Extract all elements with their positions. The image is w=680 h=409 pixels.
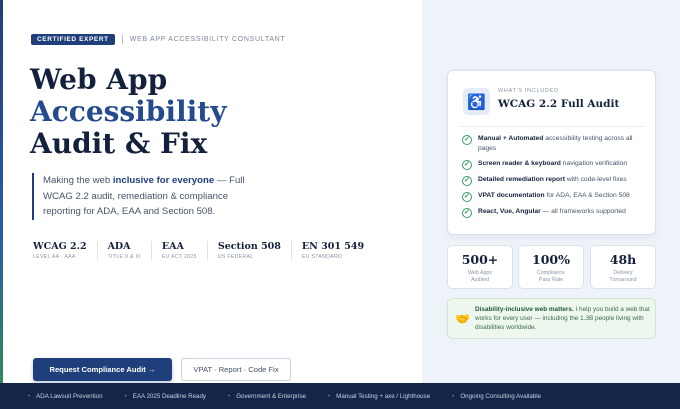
stat-label: Compliance bbox=[537, 270, 565, 276]
card-eyebrow: WHAT'S INCLUDED bbox=[498, 88, 559, 94]
hero-title: Web App Accessibility Audit & Fix bbox=[30, 64, 227, 160]
standard-sub: EU ACT 2025 bbox=[161, 254, 197, 260]
stat-card-audited: 500+ Web Apps Audited bbox=[447, 245, 513, 289]
standard-name: ADA bbox=[107, 241, 131, 252]
check-icon: ✓ bbox=[462, 208, 472, 219]
feature-bold: Manual + Automated bbox=[478, 135, 544, 142]
stat-value: 500+ bbox=[461, 252, 499, 267]
feature-text: — all frameworks supported bbox=[540, 208, 626, 216]
ticker-item: • ADA Lawsuit Prevention bbox=[28, 392, 103, 400]
feature-text: for ADA, EAA & Section 508 bbox=[544, 192, 630, 200]
standard-sub: LEVEL AA · AAA bbox=[33, 254, 76, 260]
stat-label: Delivery bbox=[613, 270, 633, 276]
ticker-item: • Manual Testing + axe / Lighthouse bbox=[328, 392, 431, 400]
hero-lead: Making the web inclusive for everyone — … bbox=[32, 173, 268, 220]
list-item: ✓ Detailed remediation report with code-… bbox=[462, 175, 648, 187]
stat-value: 48h bbox=[609, 252, 637, 267]
feature-bold: VPAT documentation bbox=[478, 192, 545, 200]
stat-card-pass-rate: 100% Compliance Pass Rate bbox=[518, 245, 584, 289]
certified-badge: CERTIFIED EXPERT bbox=[31, 34, 115, 45]
list-item: ✓ Screen reader & keyboard navigation ve… bbox=[462, 159, 648, 171]
feature-list: ✓ Manual + Automated accessibility testi… bbox=[462, 134, 648, 223]
bottom-ticker: • ADA Lawsuit Prevention • EAA 2025 Deadli… bbox=[0, 383, 680, 409]
stat-card-turnaround: 48h Delivery Turnaround bbox=[590, 245, 656, 289]
check-icon: ✓ bbox=[462, 176, 472, 187]
stat-label: Web Apps bbox=[467, 270, 493, 276]
hero-title-line-2: Accessibility bbox=[30, 95, 227, 128]
standards-list: WCAG 2.2 LEVEL AA · AAA ADA TITLE II & I… bbox=[33, 241, 374, 260]
standard-item: ADA TITLE II & III bbox=[96, 241, 151, 260]
stat-label: Turnaround bbox=[609, 277, 637, 283]
feature-bold: React, Vue, Angular bbox=[478, 208, 541, 216]
bullet-icon: • bbox=[124, 392, 127, 400]
standard-sub: TITLE II & III bbox=[107, 254, 141, 260]
request-audit-button[interactable]: Request Compliance Audit → bbox=[33, 358, 172, 381]
standard-name: Section 508 bbox=[217, 241, 281, 252]
check-icon: ✓ bbox=[462, 135, 472, 145]
card-title: WCAG 2.2 Full Audit bbox=[498, 98, 620, 110]
inclusion-note: 🤝 Disability-inclusive web matters. I he… bbox=[447, 298, 656, 339]
feature-bold: Detailed remediation report bbox=[478, 176, 565, 184]
handshake-icon: 🤝 bbox=[455, 312, 470, 326]
ticker-item: • Ongoing Consulting Available bbox=[452, 392, 542, 400]
stat-label: Audited bbox=[471, 277, 489, 283]
standard-item: WCAG 2.2 LEVEL AA · AAA bbox=[33, 241, 97, 260]
standard-name: EN 301 549 bbox=[301, 241, 365, 252]
bullet-icon: • bbox=[452, 392, 455, 400]
card-divider bbox=[460, 126, 645, 127]
stat-value: 100% bbox=[532, 252, 570, 267]
hero-title-line-1: Web App bbox=[30, 63, 168, 96]
feature-bold: Screen reader & keyboard bbox=[478, 160, 561, 168]
deliverables-button[interactable]: VPAT · Report · Code Fix bbox=[181, 358, 291, 381]
standard-sub: US FEDERAL bbox=[217, 254, 254, 260]
badge-divider bbox=[121, 35, 123, 44]
check-icon: ✓ bbox=[462, 192, 472, 203]
ticker-item: • EAA 2025 Deadline Ready bbox=[124, 392, 207, 400]
feature-text: with code-level fixes bbox=[564, 176, 627, 184]
bullet-icon: • bbox=[328, 392, 331, 400]
bullet-icon: • bbox=[228, 392, 231, 400]
lead-emphasis: inclusive for everyone bbox=[112, 175, 215, 186]
ticker-item: • Government & Enterprise bbox=[228, 392, 306, 400]
standard-item: Section 508 US FEDERAL bbox=[206, 241, 291, 260]
included-card: ♿ WHAT'S INCLUDED WCAG 2.2 Full Audit ✓ … bbox=[447, 70, 656, 235]
lead-pre: Making the web bbox=[43, 175, 113, 186]
standard-sub: EU STANDARD bbox=[301, 254, 343, 260]
standard-item: EN 301 549 EU STANDARD bbox=[290, 241, 374, 260]
stat-label: Pass Rate bbox=[538, 277, 564, 283]
check-icon: ✓ bbox=[462, 160, 472, 171]
list-item: ✓ React, Vue, Angular — all frameworks s… bbox=[462, 207, 648, 219]
standard-name: EAA bbox=[161, 241, 184, 252]
accessibility-icon: ♿ bbox=[463, 88, 490, 115]
note-bold: Disability-inclusive web matters. bbox=[475, 306, 574, 313]
bullet-icon: • bbox=[28, 392, 31, 400]
hero-title-line-3: Audit & Fix bbox=[30, 127, 208, 160]
list-item: ✓ Manual + Automated accessibility testi… bbox=[462, 134, 648, 154]
standard-name: WCAG 2.2 bbox=[33, 241, 87, 252]
badge-row: CERTIFIED EXPERT WEB APP ACCESSIBILITY C… bbox=[31, 34, 285, 45]
standard-item: EAA EU ACT 2025 bbox=[150, 241, 207, 260]
list-item: ✓ VPAT documentation for ADA, EAA & Sect… bbox=[462, 191, 648, 203]
badge-subtitle: WEB APP ACCESSIBILITY CONSULTANT bbox=[129, 36, 286, 43]
feature-text: navigation verification bbox=[560, 160, 628, 168]
